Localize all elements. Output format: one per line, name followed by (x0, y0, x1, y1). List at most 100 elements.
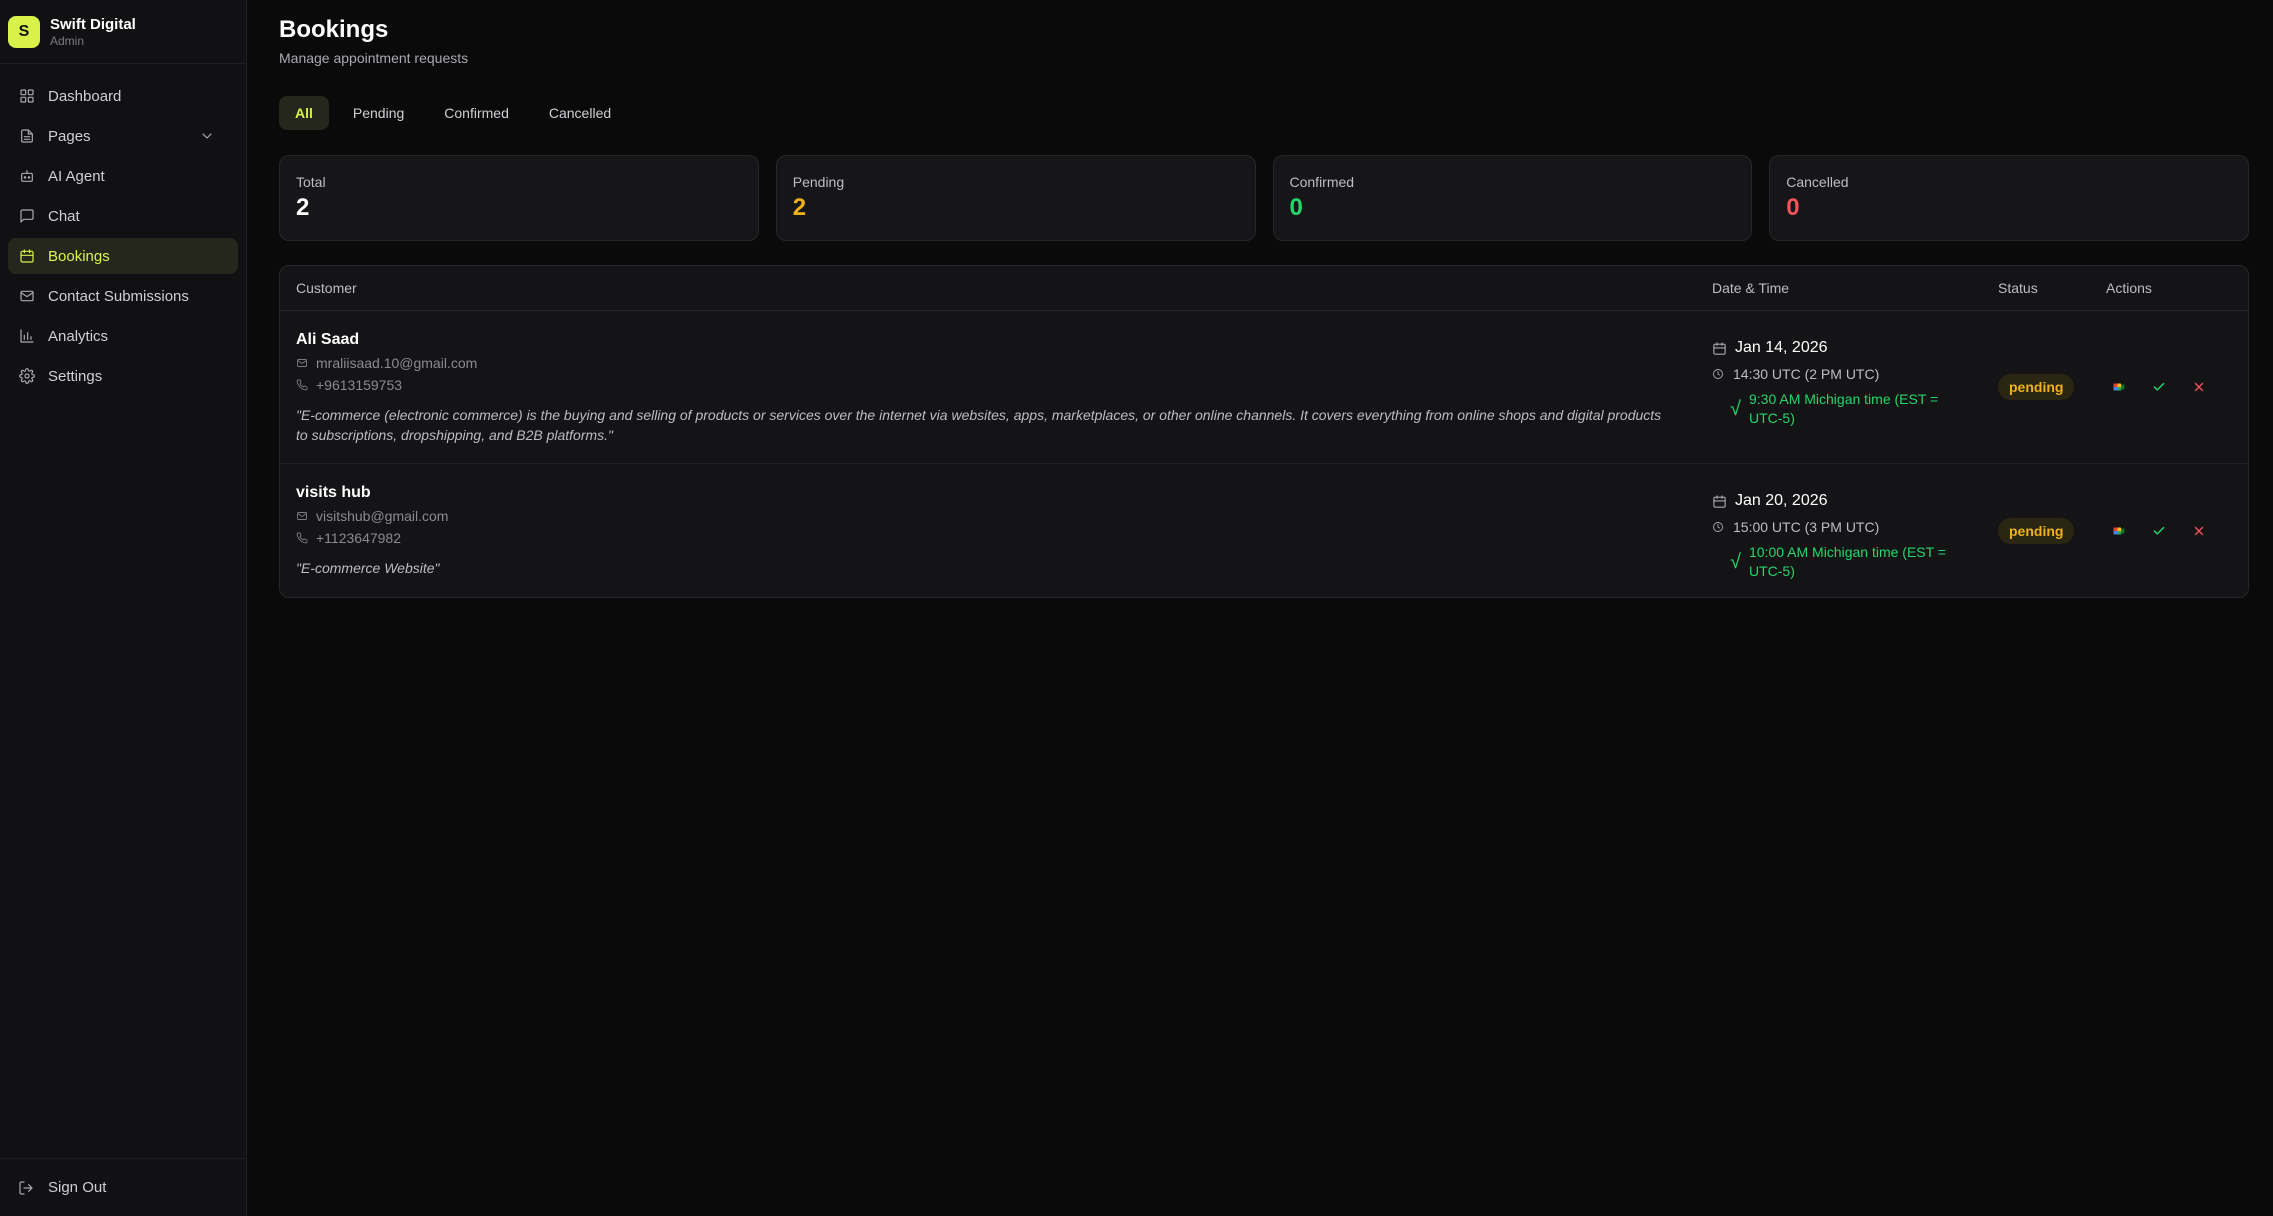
page-subtitle: Manage appointment requests (279, 50, 469, 66)
column-header-actions: Actions (2106, 280, 2152, 296)
customer-cell: visits hub visitshub@gmail.com +11236479… (280, 464, 1712, 597)
customer-message: "E-commerce Website" (296, 560, 440, 576)
local-time: 9:30 AM Michigan time (EST = UTC-5) (1748, 391, 1939, 426)
brand-text: Swift Digital Admin (50, 16, 136, 48)
sidebar-item-analytics[interactable]: Analytics (8, 318, 238, 354)
check-icon: √ (1730, 397, 1741, 420)
filter-tabs: All Pending Confirmed Cancelled (279, 96, 2249, 130)
booking-date: Jan 20, 2026 (1735, 492, 1828, 509)
table-header: Customer Date & Time Status Actions (280, 266, 2248, 311)
date-time-cell: Jan 20, 2026 15:00 UTC (3 PM UTC) √ 10:0… (1712, 464, 1998, 597)
sidebar-item-settings[interactable]: Settings (8, 358, 238, 394)
tab-cancelled[interactable]: Cancelled (533, 96, 627, 130)
stat-card-total: Total 2 (279, 155, 759, 241)
clock-icon (1712, 367, 1726, 381)
grid-icon (18, 87, 36, 105)
customer-message: "E-commerce (electronic commerce) is the… (296, 407, 1662, 443)
customer-email[interactable]: mraliisaad.10@gmail.com (316, 355, 477, 371)
customer-phone[interactable]: +1123647982 (316, 530, 401, 546)
sidebar-item-contact-submissions[interactable]: Contact Submissions (8, 278, 238, 314)
sidebar-item-chat[interactable]: Chat (8, 198, 238, 234)
column-header-status: Status (1998, 280, 2038, 296)
customer-email-line: visitshub@gmail.com (296, 508, 1712, 524)
sign-out-label: Sign Out (48, 1179, 107, 1196)
sidebar-item-label: Settings (48, 367, 103, 385)
stat-value: 2 (296, 194, 310, 221)
tab-all[interactable]: All (279, 96, 329, 130)
sidebar-item-label: Contact Submissions (48, 287, 189, 305)
chevron-down-icon[interactable] (198, 127, 216, 145)
local-time: 10:00 AM Michigan time (EST = UTC-5) (1748, 544, 1946, 579)
status-cell: pending (1998, 464, 2106, 597)
sidebar-item-dashboard[interactable]: Dashboard (8, 78, 238, 114)
stat-label: Pending (792, 174, 845, 190)
google-meet-icon[interactable] (2106, 374, 2132, 400)
booking-date-line: Jan 14, 2026 (1712, 339, 1998, 357)
sidebar-item-label: Bookings (48, 247, 110, 265)
stat-value: 2 (792, 194, 807, 221)
main-content: Bookings Manage appointment requests All… (247, 0, 2273, 1216)
stat-card-confirmed: Confirmed 0 (1272, 155, 1753, 241)
actions-cell (2106, 311, 2248, 463)
local-time-line: √ 10:00 AM Michigan time (EST = UTC-5) (1712, 543, 1998, 581)
calendar-icon (18, 247, 36, 265)
sidebar-item-pages[interactable]: Pages (8, 118, 238, 154)
cancel-x-icon[interactable] (2186, 518, 2212, 544)
bar-chart-icon (18, 327, 36, 345)
sidebar-item-bookings[interactable]: Bookings (8, 238, 238, 274)
stat-label: Confirmed (1289, 174, 1355, 190)
stat-card-pending: Pending 2 (775, 155, 1256, 241)
column-header-customer: Customer (296, 280, 357, 296)
sidebar-item-ai-agent[interactable]: AI Agent (8, 158, 238, 194)
row-actions (2106, 518, 2212, 544)
customer-email-line: mraliisaad.10@gmail.com (296, 355, 1712, 371)
log-out-icon (18, 1179, 36, 1197)
customer-phone-line: +9613159753 (296, 377, 1712, 393)
local-time-line: √ 9:30 AM Michigan time (EST = UTC-5) (1712, 390, 1998, 428)
mail-icon (296, 509, 310, 523)
actions-cell (2106, 464, 2248, 597)
stat-value: 0 (1786, 194, 1800, 221)
status-badge: pending (1998, 374, 2075, 400)
calendar-icon (1712, 340, 1728, 356)
booking-time-line: 15:00 UTC (3 PM UTC) (1712, 519, 1998, 535)
sidebar: S Swift Digital Admin Dashboard Pages AI… (0, 0, 247, 1216)
phone-icon (296, 531, 310, 545)
bookings-table: Customer Date & Time Status Actions Ali … (279, 265, 2249, 598)
tab-pending[interactable]: Pending (337, 96, 420, 130)
page-title: Bookings (279, 16, 389, 43)
chat-icon (18, 207, 36, 225)
customer-phone[interactable]: +9613159753 (316, 377, 402, 393)
google-meet-icon[interactable] (2106, 518, 2132, 544)
customer-email[interactable]: visitshub@gmail.com (316, 508, 448, 524)
customer-phone-line: +1123647982 (296, 530, 1712, 546)
customer-name: Ali Saad (296, 331, 360, 348)
booking-date-line: Jan 20, 2026 (1712, 492, 1998, 510)
sidebar-item-label: Analytics (48, 327, 109, 345)
tab-confirmed[interactable]: Confirmed (428, 96, 525, 130)
sidebar-item-label: Chat (48, 207, 80, 225)
mail-icon (296, 356, 310, 370)
confirm-check-icon[interactable] (2146, 518, 2172, 544)
table-row: visits hub visitshub@gmail.com +11236479… (280, 464, 2248, 597)
sidebar-item-label: AI Agent (48, 167, 105, 185)
gear-icon (18, 367, 36, 385)
sidebar-item-label: Pages (48, 127, 91, 145)
date-time-cell: Jan 14, 2026 14:30 UTC (2 PM UTC) √ 9:30… (1712, 311, 1998, 463)
status-badge: pending (1998, 517, 2075, 544)
brand-role: Admin (50, 33, 85, 48)
brand-logo: S (8, 15, 40, 48)
table-row: Ali Saad mraliisaad.10@gmail.com +961315… (280, 311, 2248, 464)
cancel-x-icon[interactable] (2186, 374, 2212, 400)
row-actions (2106, 374, 2212, 400)
booking-time: 14:30 UTC (2 PM UTC) (1733, 366, 1880, 382)
stat-card-cancelled: Cancelled 0 (1769, 155, 2249, 241)
customer-name: visits hub (296, 484, 371, 501)
booking-time-line: 14:30 UTC (2 PM UTC) (1712, 366, 1998, 382)
booking-time: 15:00 UTC (3 PM UTC) (1733, 519, 1880, 535)
column-header-date-time: Date & Time (1712, 280, 1790, 296)
stat-label: Total (296, 174, 326, 190)
sign-out-button[interactable]: Sign Out (0, 1158, 246, 1216)
confirm-check-icon[interactable] (2146, 374, 2172, 400)
phone-icon (296, 378, 310, 392)
